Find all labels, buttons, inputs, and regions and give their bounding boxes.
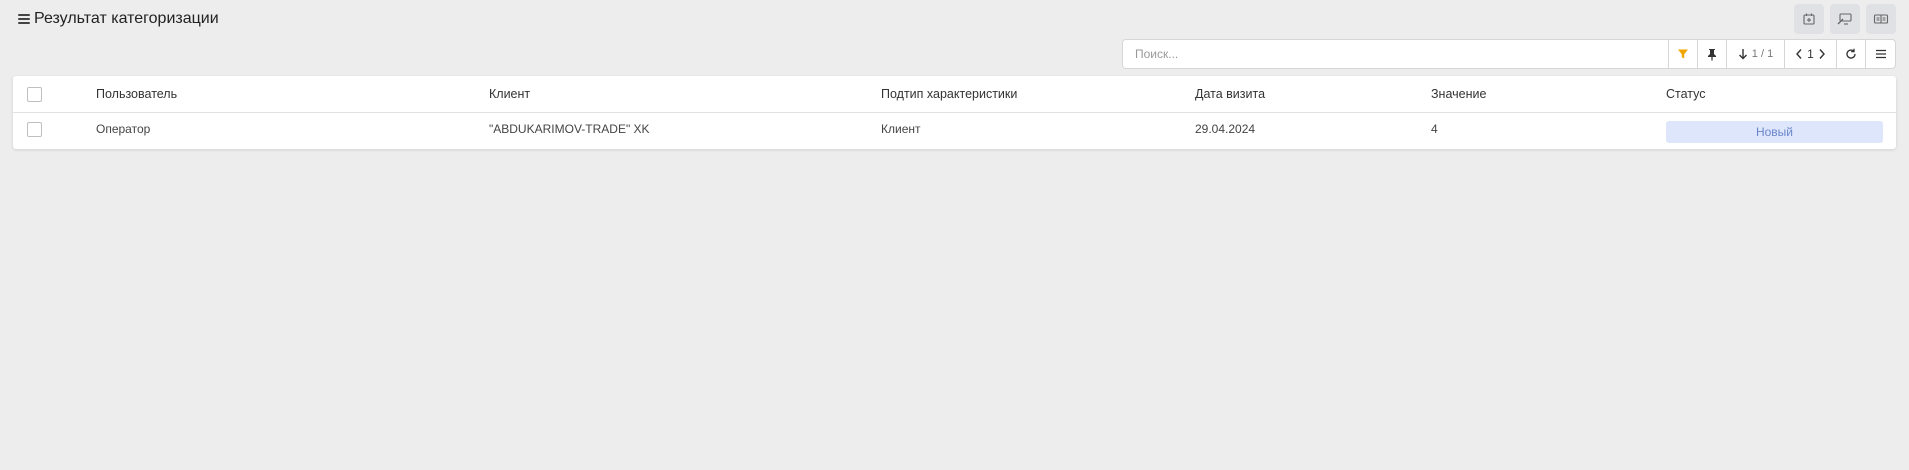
filter-icon [1678, 49, 1688, 59]
menu-button[interactable] [1866, 40, 1895, 68]
sort-button[interactable]: 1 / 1 [1727, 40, 1785, 68]
column-header-status[interactable]: Статус [1666, 76, 1706, 112]
select-all-checkbox[interactable] [27, 86, 42, 102]
cell-subtype: Клиент [881, 122, 921, 136]
chevron-right-icon[interactable] [1818, 48, 1826, 60]
filter-button[interactable] [1669, 40, 1698, 68]
monitor-edit-icon [1837, 13, 1852, 25]
page: Результат категоризации Поиск... 1 / 1 1… [0, 0, 1909, 470]
card-icon [1873, 14, 1889, 24]
calendar-add-icon [1803, 13, 1815, 25]
page-header: Результат категоризации [18, 8, 219, 30]
select-all-cell [27, 76, 42, 112]
table-header-row: Пользователь Клиент Подтип характеристик… [13, 76, 1896, 113]
column-header-subtype[interactable]: Подтип характеристики [881, 76, 1017, 112]
arrow-down-icon [1738, 49, 1747, 60]
cell-visit-date: 29.04.2024 [1195, 122, 1256, 136]
page-number: 1 [1807, 47, 1814, 61]
menu-icon [1875, 49, 1886, 59]
column-header-user[interactable]: Пользователь [96, 76, 177, 112]
hamburger-icon[interactable] [18, 14, 30, 24]
cell-status: Новый [1666, 113, 1883, 149]
cell-user: Оператор [96, 122, 151, 136]
search-input[interactable] [1123, 40, 1669, 68]
pin-button[interactable] [1698, 40, 1727, 68]
cell-client: "ABDUKARIMOV-TRADE" XK [489, 122, 650, 136]
column-header-value[interactable]: Значение [1431, 76, 1486, 112]
chevron-left-icon[interactable] [1795, 48, 1803, 60]
row-checkbox[interactable] [27, 122, 42, 137]
refresh-icon [1846, 48, 1856, 59]
row-select-cell [27, 113, 42, 149]
column-header-visit-date[interactable]: Дата визита [1195, 76, 1265, 112]
refresh-button[interactable] [1837, 40, 1866, 68]
pagination: 1 [1785, 40, 1837, 68]
status-badge: Новый [1666, 121, 1883, 143]
cell-value: 4 [1431, 122, 1438, 136]
table-row[interactable]: Оператор "ABDUKARIMOV-TRADE" XK Клиент 2… [13, 113, 1896, 149]
table-toolbar: 1 / 1 1 [1122, 39, 1896, 69]
sort-count-text: 1 / 1 [1751, 48, 1774, 60]
monitor-edit-button[interactable] [1830, 4, 1860, 34]
calendar-add-button[interactable] [1794, 4, 1824, 34]
top-actions [1794, 4, 1896, 34]
data-table: Пользователь Клиент Подтип характеристик… [13, 76, 1896, 149]
column-header-client[interactable]: Клиент [489, 76, 530, 112]
page-title: Результат категоризации [34, 10, 219, 27]
card-button[interactable] [1866, 4, 1896, 34]
pin-icon [1708, 48, 1716, 60]
